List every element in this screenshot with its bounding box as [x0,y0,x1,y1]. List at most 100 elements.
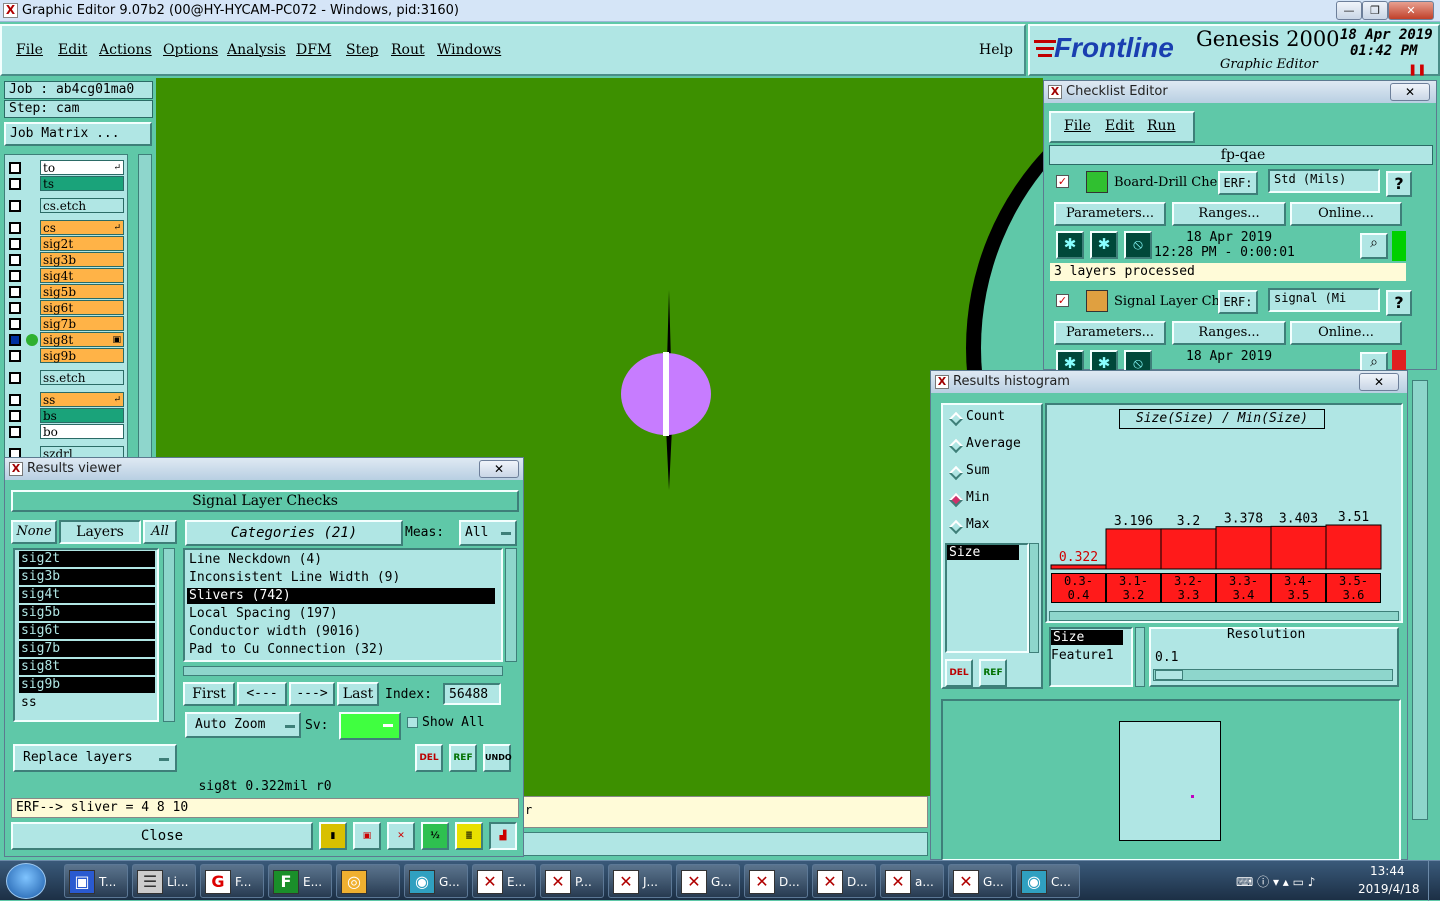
undo-button[interactable]: UNDO [483,744,512,772]
none-button[interactable]: None [11,520,57,544]
ranges-button[interactable]: Ranges... [1172,202,1286,226]
layer-row-sig6t[interactable]: sig6t [6,300,124,316]
layer-name[interactable]: bs [40,408,124,423]
layer-row-sig2t[interactable]: sig2t [6,236,124,252]
layer-name[interactable]: sig9b [40,348,124,363]
layer-name[interactable]: bo [40,424,124,439]
taskbar-item[interactable]: ✕ D... [744,864,808,898]
layer-row-sig5b[interactable]: sig5b [6,284,124,300]
layer-name[interactable]: sig5b [40,284,124,299]
taskbar-item[interactable]: F E... [268,864,332,898]
del-button[interactable]: DEL [415,744,443,772]
result-layer-item[interactable]: sig2t [19,551,155,567]
attr-item-size[interactable]: Size [947,545,1019,560]
layer-checkbox[interactable] [9,410,21,422]
online-button[interactable]: Online... [1290,321,1402,345]
taskbar-item[interactable]: ▣ T... [64,864,128,898]
layer-name[interactable]: sig7b [40,316,124,331]
layer-name[interactable]: sig3b [40,252,124,267]
half-tool-icon[interactable]: ½ [421,822,449,850]
layer-checkbox[interactable] [9,178,21,190]
check-name[interactable]: Board-Drill Che [1114,175,1218,190]
check-help-button[interactable]: ? [1386,290,1412,316]
taskbar-item[interactable]: ☰ Li... [132,864,196,898]
resolution-slider[interactable] [1153,669,1393,681]
online-button[interactable]: Online... [1290,202,1402,226]
menu-windows[interactable]: Windows [437,42,501,58]
layer-checkbox[interactable] [9,254,21,266]
pause-icon[interactable]: ❚❚ [1408,63,1426,76]
close-button[interactable]: Close [11,822,313,850]
layer-name[interactable]: cs.etch [40,198,124,213]
check-enabled-checkbox[interactable]: ✓ [1056,294,1069,307]
result-layer-item[interactable]: sig3b [19,569,155,585]
layer-scrollbar[interactable] [138,154,152,458]
checklist-menu-file[interactable]: File [1064,118,1091,134]
histogram-bar[interactable] [1105,528,1162,570]
layer-row-sig4t[interactable]: sig4t [6,268,124,284]
layer-checkbox[interactable] [9,302,21,314]
category-item[interactable]: Conductor width (9016) [187,624,495,640]
taskbar-item[interactable]: ✕ E... [472,864,536,898]
taskbar-item[interactable]: G F... [200,864,264,898]
taskbar-item[interactable]: ✕ a... [880,864,944,898]
result-layer-item[interactable]: sig9b [19,677,155,693]
result-layer-item[interactable]: ss [19,695,155,711]
taskbar-item[interactable]: ◉ C... [1016,864,1080,898]
category-item[interactable]: Pad to Cu Connection (32) [187,642,495,658]
layer-checkbox[interactable] [9,334,21,346]
layer-row-cs-etch[interactable]: cs.etch [6,198,124,214]
categories-button[interactable]: Categories (21) [185,520,403,546]
sv-color-dropdown[interactable] [339,712,401,740]
layer-name[interactable]: sig2t [40,236,124,251]
next-button[interactable]: ---> [289,682,335,706]
taskbar-item[interactable]: ✕ D... [812,864,876,898]
minimize-button[interactable]: — [1336,1,1362,20]
ranges-button[interactable]: Ranges... [1172,321,1286,345]
check-name[interactable]: Signal Layer Ch [1114,294,1218,309]
layer-name[interactable]: ts [40,176,124,191]
category-item[interactable]: Line Neckdown (4) [187,552,495,568]
histogram-close-button[interactable]: ✕ [1359,373,1399,391]
layer-row-sig9b[interactable]: sig9b [6,348,124,364]
layer-row-sig8t[interactable]: sig8t ▣ [6,332,124,348]
feature-item-feature1[interactable]: Feature1 [1051,648,1114,663]
category-item[interactable]: Inconsistent Line Width (9) [187,570,495,586]
last-button[interactable]: Last [337,682,379,706]
meas-dropdown[interactable]: All [459,520,517,546]
menu-options[interactable]: Options [163,42,218,58]
result-layer-item[interactable]: sig5b [19,605,155,621]
result-layer-item[interactable]: sig7b [19,641,155,657]
layer-name[interactable]: sig4t [40,268,124,283]
category-hscroll[interactable] [183,666,503,676]
menu-actions[interactable]: Actions [99,42,152,58]
right-scrollbar[interactable] [1412,380,1428,820]
feature-item-size[interactable]: Size [1051,630,1123,645]
resolution-slider-thumb[interactable] [1155,670,1183,680]
result-layer-item[interactable]: sig6t [19,623,155,639]
menu-edit[interactable]: Edit [58,42,87,58]
layer-checkbox[interactable] [9,394,21,406]
affected-dot-icon[interactable] [26,334,38,346]
close-button[interactable]: ✕ [1388,1,1434,20]
layer-checkbox[interactable] [9,318,21,330]
start-button[interactable] [6,863,46,899]
layer-row-ss-etch[interactable]: ss.etch [6,370,124,386]
checklist-close-button[interactable]: ✕ [1390,83,1430,101]
parameters-button[interactable]: Parameters... [1054,321,1166,345]
layer-name[interactable]: to ↵ [40,160,124,175]
checklist-menu-edit[interactable]: Edit [1105,118,1134,134]
layer-checkbox[interactable] [9,238,21,250]
layer-row-to[interactable]: to ↵ [6,160,124,176]
preview-board[interactable] [1119,721,1221,841]
delete-tool-icon[interactable]: ✕ [387,822,415,850]
all-button[interactable]: All [143,520,177,544]
category-item[interactable]: Slivers (742) [187,588,495,604]
layer-checkbox[interactable] [9,286,21,298]
layer-row-bo[interactable]: bo [6,424,124,440]
layer-name[interactable]: cs ↵ [40,220,124,235]
histogram-bar[interactable] [1215,526,1272,570]
category-item[interactable]: Local Spacing (197) [187,606,495,622]
replace-layers-dropdown[interactable]: Replace layers [13,744,177,772]
layer-row-cs[interactable]: cs ↵ [6,220,124,236]
